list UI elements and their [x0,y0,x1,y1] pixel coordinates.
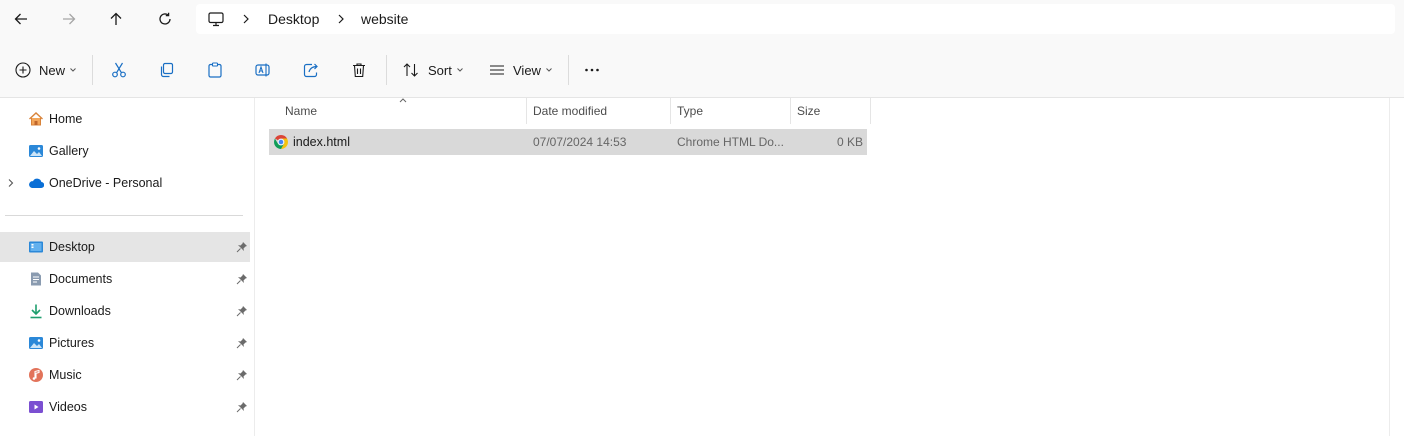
file-list: Name Date modified Type Size index.html … [255,98,1389,436]
sort-button[interactable]: Sort [402,56,464,84]
chevron-down-icon [546,68,552,72]
column-divider[interactable] [870,98,871,124]
column-header-name[interactable]: Name [285,98,317,124]
sidebar-item-downloads[interactable]: Downloads [0,296,250,326]
sidebar-item-label: OneDrive - Personal [49,176,163,190]
arrow-up-icon [110,12,122,25]
this-pc-icon [208,12,224,27]
new-label: New [39,62,66,78]
trash-icon [353,63,365,78]
column-header-size[interactable]: Size [797,98,820,124]
pin-icon[interactable] [236,337,248,349]
sidebar-item-label: Music [49,368,82,382]
column-header-date-modified[interactable]: Date modified [533,98,607,124]
downloads-icon [30,304,42,319]
desktop-icon [29,241,43,253]
file-date-modified: 07/07/2024 14:53 [533,135,627,149]
copy-button[interactable] [158,56,176,84]
pictures-icon [29,337,43,349]
sidebar-item-label: Gallery [49,144,89,158]
content-divider [1389,98,1390,436]
pin-icon[interactable] [236,369,248,381]
forward-button[interactable] [54,6,84,32]
arrow-left-icon [14,13,27,25]
column-divider[interactable] [790,98,791,124]
column-divider[interactable] [526,98,527,124]
sidebar-item-label: Documents [49,272,113,286]
sidebar-item-music[interactable]: Music [0,360,250,390]
sidebar-item-desktop[interactable]: Desktop [0,232,250,262]
chevron-right-icon[interactable] [6,178,16,188]
scissors-icon [112,62,126,78]
column-header-type[interactable]: Type [677,98,703,124]
sidebar-item-pictures[interactable]: Pictures [0,328,250,358]
pin-icon[interactable] [236,401,248,413]
table-row[interactable]: index.html 07/07/2024 14:53 Chrome HTML … [269,129,867,155]
pin-icon[interactable] [236,241,248,253]
paste-button[interactable] [206,56,224,84]
sidebar-item-onedrive[interactable]: OneDrive - Personal [0,168,250,198]
new-button[interactable]: New [14,56,77,84]
rename-icon [255,63,270,77]
more-options-button[interactable] [583,56,601,84]
view-button[interactable]: View [488,56,553,84]
file-type: Chrome HTML Do... [677,135,784,149]
refresh-icon [159,12,171,25]
cut-button[interactable] [110,56,128,84]
sidebar-item-videos[interactable]: Videos [0,392,250,422]
sidebar-item-label: Home [49,112,83,126]
chevron-down-icon [70,68,76,72]
sidebar-divider [5,215,243,216]
sidebar-item-label: Pictures [49,336,95,350]
navigation-pane: Home Gallery OneDrive - Personal Desktop… [0,98,255,436]
delete-button[interactable] [350,56,368,84]
rename-button[interactable] [254,56,272,84]
sidebar-item-label: Videos [49,400,87,414]
toolbar-divider [386,55,387,85]
sidebar-item-documents[interactable]: Documents [0,264,250,294]
chevron-right-icon [243,14,249,24]
view-list-icon [490,65,504,75]
sidebar-item-gallery[interactable]: Gallery [0,136,250,166]
breadcrumb-item-website[interactable]: website [361,4,408,34]
address-bar: Desktop website [0,0,1404,42]
gallery-icon [29,145,43,157]
sort-label: Sort [428,62,452,78]
sidebar-item-home[interactable]: Home [0,104,250,134]
toolbar-divider [92,55,93,85]
sort-ascending-icon [399,98,407,103]
share-button[interactable] [302,56,320,84]
more-icon [585,68,599,72]
onedrive-icon [29,178,44,189]
pin-icon[interactable] [236,305,248,317]
sort-icon [403,63,418,77]
chevron-down-icon [456,68,463,72]
chrome-icon [274,135,288,149]
share-icon [303,63,318,78]
documents-icon [31,272,41,286]
toolbar-divider [568,55,569,85]
copy-icon [160,62,174,78]
arrow-right-icon [63,13,76,25]
music-icon [29,368,43,382]
up-button[interactable] [101,6,131,32]
breadcrumb-item-desktop[interactable]: Desktop [268,4,319,34]
sidebar-item-label: Downloads [49,304,111,318]
clipboard-icon [208,62,222,78]
sidebar-item-label: Desktop [49,240,95,254]
view-label: View [513,62,541,78]
breadcrumb[interactable]: Desktop website [196,4,1395,34]
chevron-right-icon [338,14,344,24]
videos-icon [29,401,43,413]
back-button[interactable] [6,6,36,32]
pin-icon[interactable] [236,273,248,285]
command-bar: New Sort View [0,42,1404,98]
plus-circle-icon [15,62,31,78]
refresh-button[interactable] [150,6,180,32]
column-divider[interactable] [670,98,671,124]
file-size: 0 KB [836,135,863,149]
file-name: index.html [293,135,350,149]
home-icon [29,112,43,126]
